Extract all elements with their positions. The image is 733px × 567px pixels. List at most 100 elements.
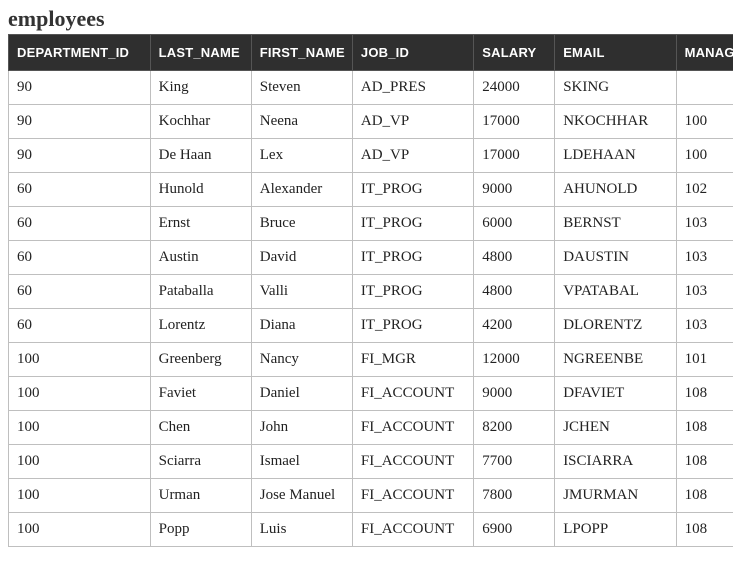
table-row[interactable]: 100PoppLuisFI_ACCOUNT6900LPOPP108 [9, 513, 733, 547]
cell-email: DAUSTIN [555, 241, 676, 275]
cell-manager_id: 108 [676, 377, 733, 411]
cell-department_id: 100 [9, 343, 151, 377]
cell-email: LPOPP [555, 513, 676, 547]
cell-manager_id: 103 [676, 207, 733, 241]
table-row[interactable]: 90KingStevenAD_PRES24000SKING [9, 71, 733, 105]
cell-last_name: Popp [150, 513, 251, 547]
cell-first_name: Jose Manuel [251, 479, 352, 513]
cell-last_name: King [150, 71, 251, 105]
column-header-first_name[interactable]: FIRST_NAME [251, 35, 352, 71]
cell-email: ISCIARRA [555, 445, 676, 479]
column-header-salary[interactable]: SALARY [474, 35, 555, 71]
cell-salary: 9000 [474, 173, 555, 207]
cell-salary: 17000 [474, 105, 555, 139]
cell-job_id: FI_ACCOUNT [352, 411, 473, 445]
column-header-last_name[interactable]: LAST_NAME [150, 35, 251, 71]
cell-last_name: Urman [150, 479, 251, 513]
cell-salary: 4800 [474, 275, 555, 309]
cell-job_id: IT_PROG [352, 173, 473, 207]
cell-salary: 7700 [474, 445, 555, 479]
table-row[interactable]: 100GreenbergNancyFI_MGR12000NGREENBE101 [9, 343, 733, 377]
cell-job_id: IT_PROG [352, 275, 473, 309]
table-row[interactable]: 60ErnstBruceIT_PROG6000BERNST103 [9, 207, 733, 241]
cell-first_name: John [251, 411, 352, 445]
cell-manager_id: 102 [676, 173, 733, 207]
table-row[interactable]: 100SciarraIsmaelFI_ACCOUNT7700ISCIARRA10… [9, 445, 733, 479]
cell-manager_id: 108 [676, 513, 733, 547]
cell-first_name: Nancy [251, 343, 352, 377]
cell-job_id: FI_ACCOUNT [352, 445, 473, 479]
table-header-row: DEPARTMENT_IDLAST_NAMEFIRST_NAMEJOB_IDSA… [9, 35, 733, 71]
cell-email: NGREENBE [555, 343, 676, 377]
cell-job_id: FI_MGR [352, 343, 473, 377]
cell-last_name: Pataballa [150, 275, 251, 309]
table-row[interactable]: 100UrmanJose ManuelFI_ACCOUNT7800JMURMAN… [9, 479, 733, 513]
cell-job_id: AD_VP [352, 139, 473, 173]
cell-last_name: Kochhar [150, 105, 251, 139]
cell-job_id: FI_ACCOUNT [352, 377, 473, 411]
cell-email: LDEHAAN [555, 139, 676, 173]
cell-email: SKING [555, 71, 676, 105]
cell-first_name: Alexander [251, 173, 352, 207]
cell-salary: 4800 [474, 241, 555, 275]
cell-email: AHUNOLD [555, 173, 676, 207]
table-row[interactable]: 60AustinDavidIT_PROG4800DAUSTIN103 [9, 241, 733, 275]
cell-first_name: Ismael [251, 445, 352, 479]
employees-table: DEPARTMENT_IDLAST_NAMEFIRST_NAMEJOB_IDSA… [8, 34, 733, 547]
table-row[interactable]: 100FavietDanielFI_ACCOUNT9000DFAVIET108 [9, 377, 733, 411]
cell-job_id: IT_PROG [352, 207, 473, 241]
cell-job_id: AD_PRES [352, 71, 473, 105]
cell-last_name: Lorentz [150, 309, 251, 343]
table-row[interactable]: 100ChenJohnFI_ACCOUNT8200JCHEN108 [9, 411, 733, 445]
cell-job_id: IT_PROG [352, 309, 473, 343]
table-row[interactable]: 90KochharNeenaAD_VP17000NKOCHHAR100 [9, 105, 733, 139]
column-header-job_id[interactable]: JOB_ID [352, 35, 473, 71]
cell-first_name: Lex [251, 139, 352, 173]
cell-email: JCHEN [555, 411, 676, 445]
cell-department_id: 100 [9, 479, 151, 513]
cell-email: VPATABAL [555, 275, 676, 309]
table-row[interactable]: 90De HaanLexAD_VP17000LDEHAAN100 [9, 139, 733, 173]
cell-first_name: Bruce [251, 207, 352, 241]
cell-department_id: 60 [9, 241, 151, 275]
cell-last_name: Chen [150, 411, 251, 445]
cell-department_id: 100 [9, 513, 151, 547]
scroll-viewport[interactable]: employees DEPARTMENT_IDLAST_NAMEFIRST_NA… [0, 0, 733, 567]
cell-last_name: De Haan [150, 139, 251, 173]
cell-department_id: 60 [9, 173, 151, 207]
cell-first_name: Steven [251, 71, 352, 105]
cell-department_id: 90 [9, 71, 151, 105]
cell-email: NKOCHHAR [555, 105, 676, 139]
cell-job_id: FI_ACCOUNT [352, 479, 473, 513]
cell-department_id: 90 [9, 139, 151, 173]
cell-last_name: Faviet [150, 377, 251, 411]
table-row[interactable]: 60PataballaValliIT_PROG4800VPATABAL103 [9, 275, 733, 309]
cell-salary: 6900 [474, 513, 555, 547]
cell-manager_id: 108 [676, 445, 733, 479]
cell-salary: 9000 [474, 377, 555, 411]
cell-manager_id: 108 [676, 479, 733, 513]
cell-email: DFAVIET [555, 377, 676, 411]
cell-email: JMURMAN [555, 479, 676, 513]
cell-first_name: Valli [251, 275, 352, 309]
cell-department_id: 100 [9, 445, 151, 479]
column-header-manager_id[interactable]: MANAGER_ID [676, 35, 733, 71]
cell-last_name: Ernst [150, 207, 251, 241]
cell-manager_id: 103 [676, 275, 733, 309]
cell-first_name: Diana [251, 309, 352, 343]
cell-first_name: Neena [251, 105, 352, 139]
cell-job_id: IT_PROG [352, 241, 473, 275]
cell-manager_id: 108 [676, 411, 733, 445]
page-title: employees [8, 6, 725, 32]
cell-manager_id: 103 [676, 241, 733, 275]
cell-last_name: Sciarra [150, 445, 251, 479]
cell-email: DLORENTZ [555, 309, 676, 343]
cell-manager_id: 101 [676, 343, 733, 377]
table-row[interactable]: 60LorentzDianaIT_PROG4200DLORENTZ103 [9, 309, 733, 343]
column-header-email[interactable]: EMAIL [555, 35, 676, 71]
cell-first_name: Luis [251, 513, 352, 547]
cell-department_id: 90 [9, 105, 151, 139]
column-header-department_id[interactable]: DEPARTMENT_ID [9, 35, 151, 71]
table-row[interactable]: 60HunoldAlexanderIT_PROG9000AHUNOLD102 [9, 173, 733, 207]
cell-department_id: 100 [9, 377, 151, 411]
